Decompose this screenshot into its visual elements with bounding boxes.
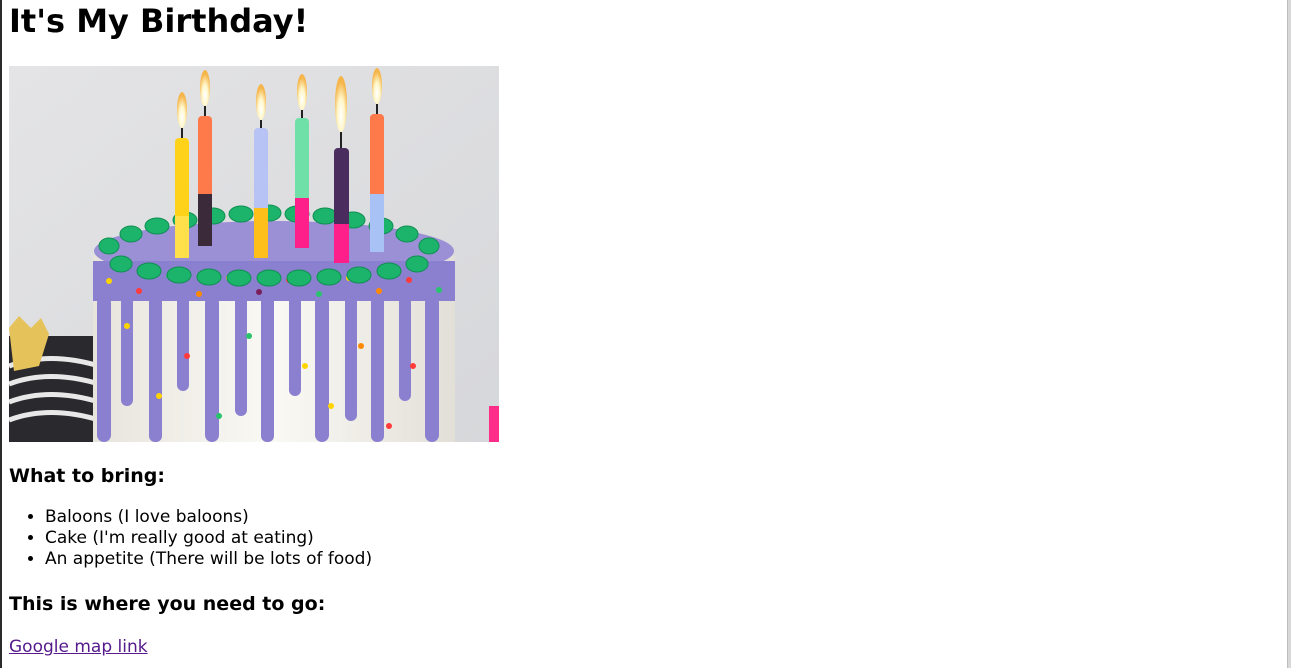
list-item: Baloons (I love baloons) [45,507,1279,528]
where-to-go-heading: This is where you need to go: [9,593,326,615]
page-title: It's My Birthday! [9,2,309,40]
list-item: Cake (I'm really good at eating) [45,528,1279,549]
birthday-cake-image [9,66,499,442]
what-to-bring-heading: What to bring: [9,465,165,487]
list-item: An appetite (There will be lots of food) [45,549,1279,570]
google-map-link[interactable]: Google map link [9,636,148,658]
scrollbar-track[interactable] [1287,0,1291,668]
page-content: It's My Birthday! What to bring: • Baloo… [9,0,1279,658]
window-left-border [0,0,2,668]
bring-list: Baloons (I love baloons) Cake (I'm reall… [9,507,1279,570]
